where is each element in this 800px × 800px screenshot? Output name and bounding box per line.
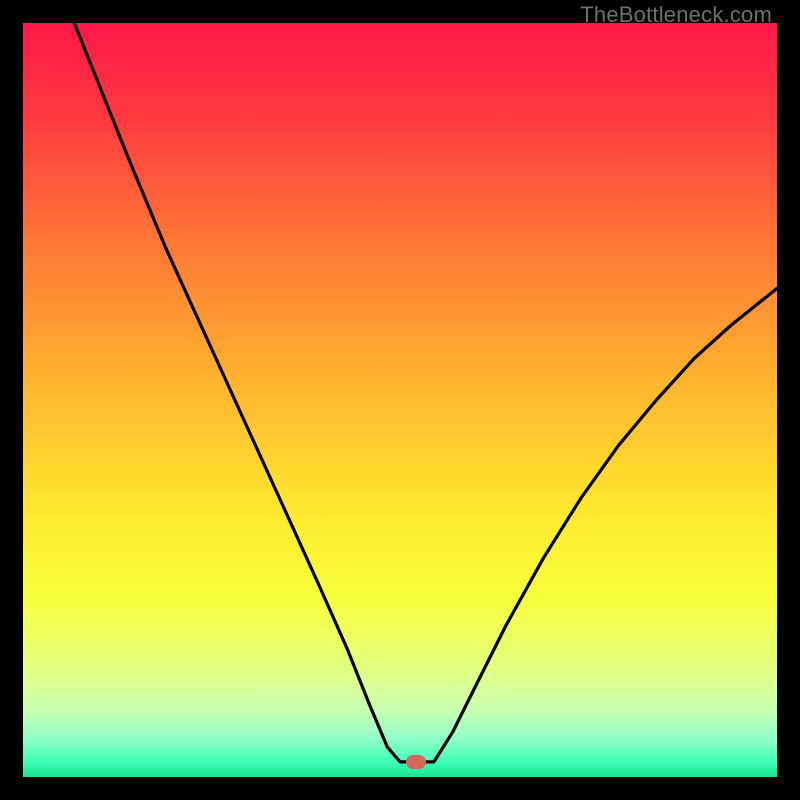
bottleneck-curve xyxy=(23,23,777,777)
chart-plot-area xyxy=(23,23,777,777)
optimum-marker xyxy=(406,755,426,769)
watermark-text: TheBottleneck.com xyxy=(580,2,772,28)
